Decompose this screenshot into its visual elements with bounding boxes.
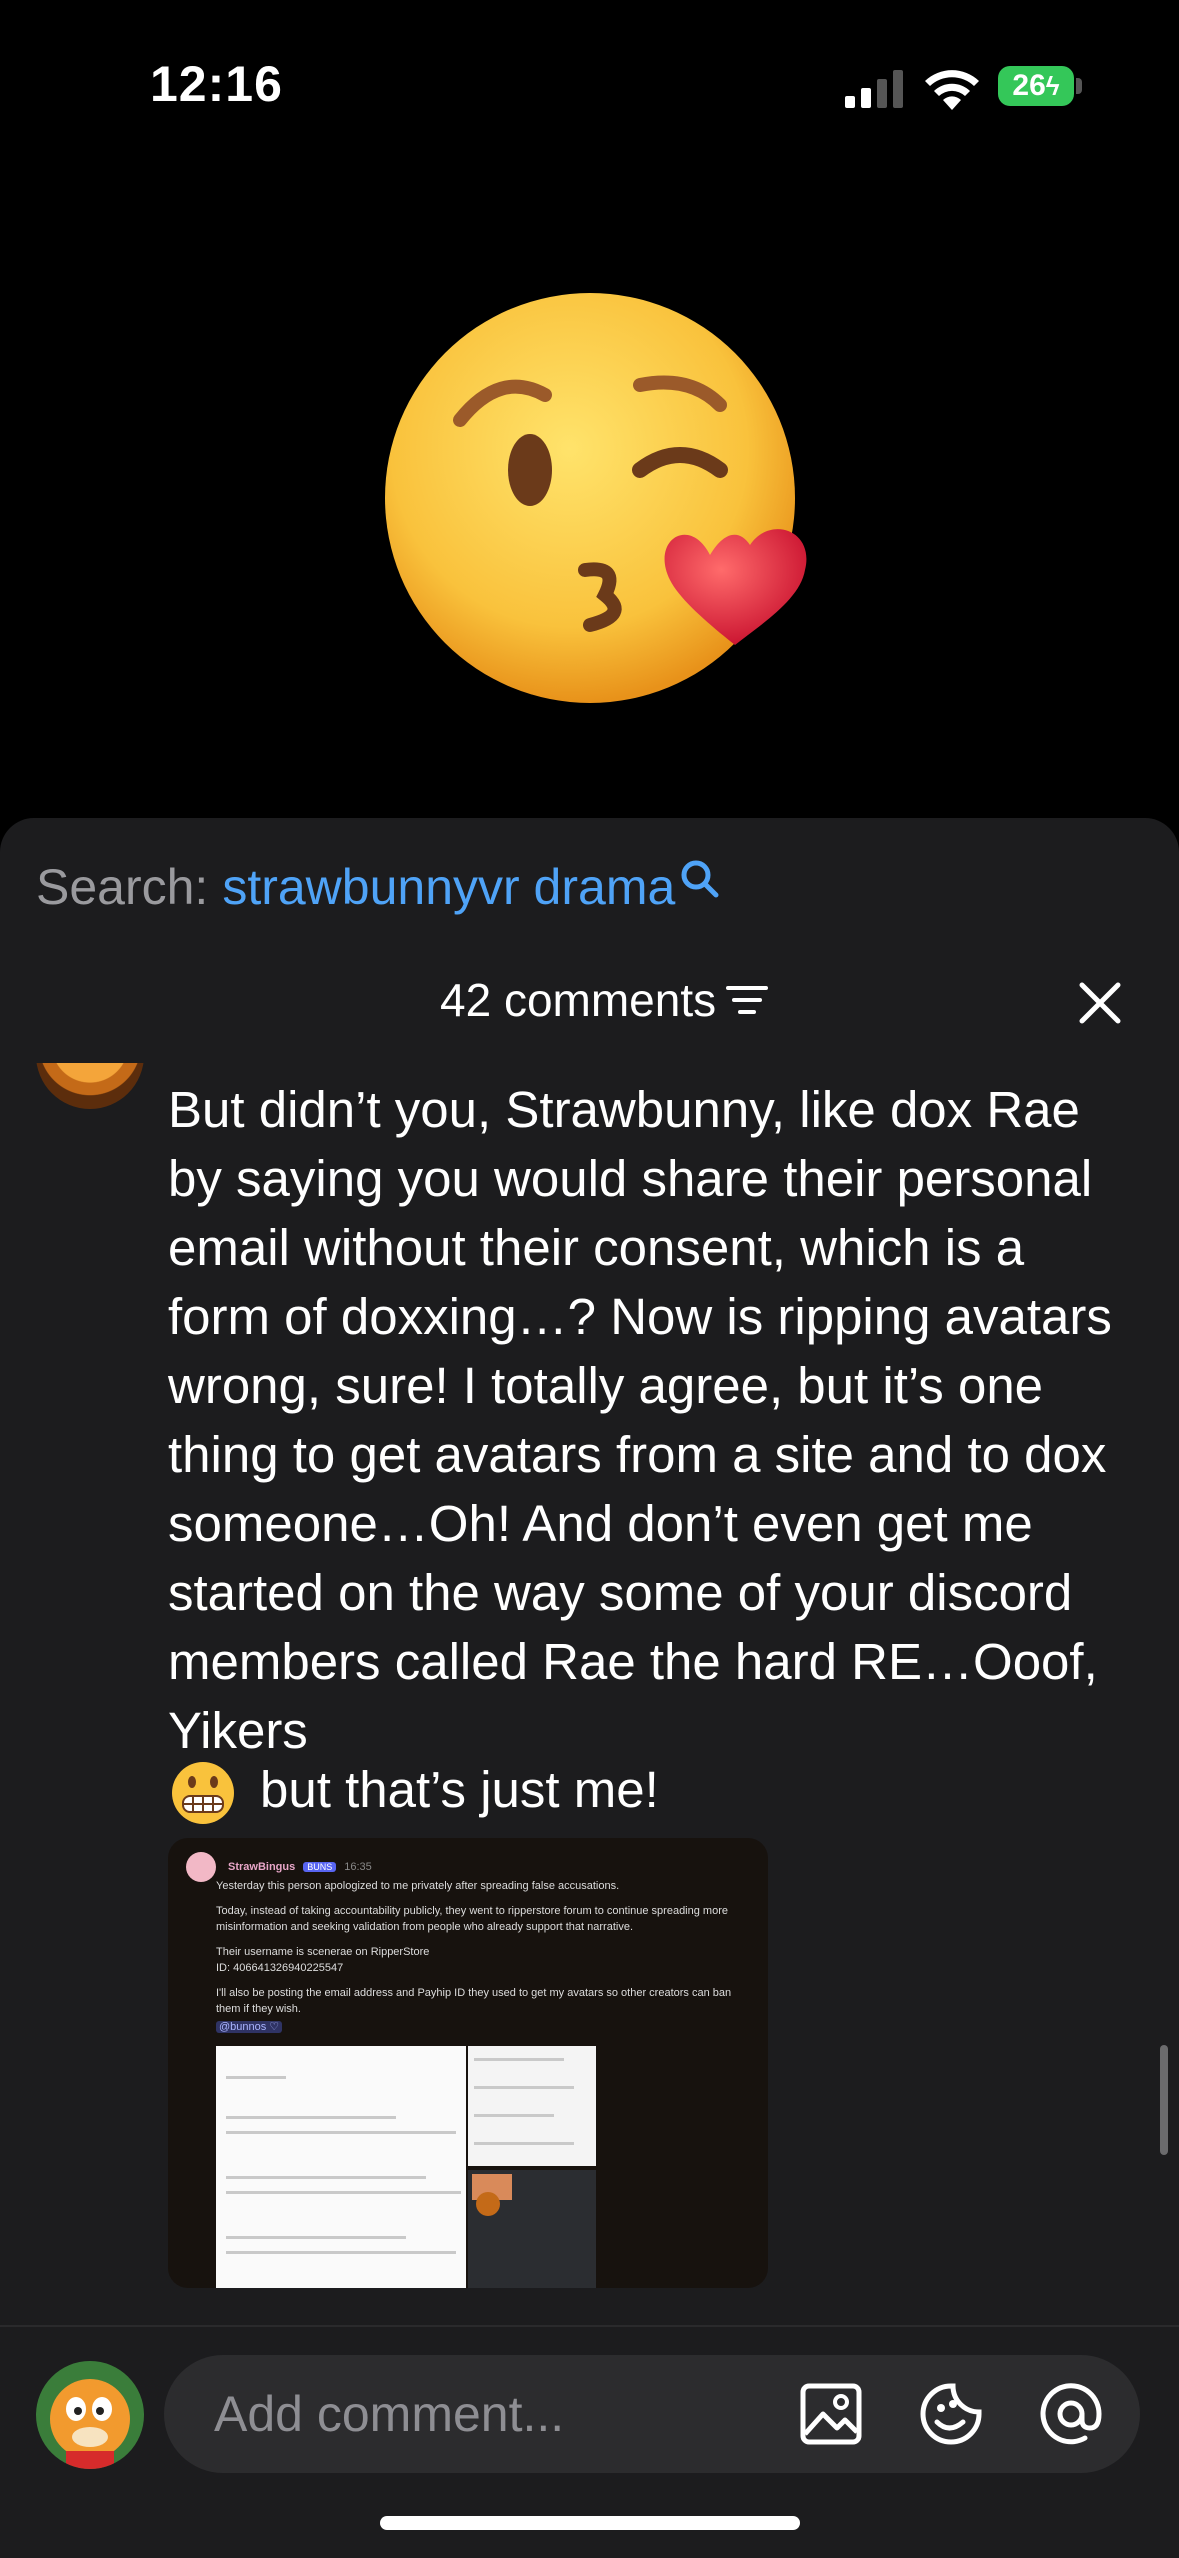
kissing-face-with-heart-emoji (385, 293, 807, 703)
battery-indicator: 26 ϟ (998, 66, 1074, 106)
home-indicator[interactable] (380, 2516, 800, 2530)
attachment-paragraph: Yesterday this person apologized to me p… (216, 1880, 620, 1892)
comment-input[interactable]: Add comment... (164, 2355, 1140, 2473)
attachment-author-avatar (186, 1852, 216, 1882)
search-icon (681, 860, 719, 898)
battery-tip (1076, 78, 1082, 94)
attachment-embedded-screenshot (216, 2046, 466, 2288)
comment-image-attachment[interactable]: StrawBingus BUNS 16:35 Yesterday this pe… (168, 1838, 768, 2288)
attachment-paragraph: I'll also be posting the email address a… (216, 1987, 732, 2015)
comment-text: But didn’t you, Strawbunny, like dox Rae… (168, 1081, 1112, 1759)
sort-filter-icon[interactable] (726, 982, 769, 1018)
search-term-link[interactable]: strawbunnyvr drama (222, 858, 675, 916)
hero-emoji-area (0, 170, 1179, 820)
image-icon[interactable] (799, 2382, 863, 2446)
attachment-paragraph: Their username is scenerae on RipperStor… (216, 1946, 430, 1958)
mention-at-icon[interactable] (1039, 2382, 1103, 2446)
search-suggestion[interactable]: Search: strawbunnyvr drama (36, 858, 719, 916)
attachment-message: Yesterday this person apologized to me p… (216, 1878, 746, 2035)
comments-header: 42 comments (0, 973, 1179, 1043)
attachment-mention: @bunnos ♡ (216, 2021, 283, 2033)
attachment-author-name: StrawBingus (228, 1861, 296, 1873)
battery-percent: 26 (1012, 69, 1046, 102)
search-prefix: Search: (36, 859, 209, 915)
cellular-signal-icon (845, 70, 903, 108)
sticker-emoji-icon[interactable] (919, 2382, 983, 2446)
comments-sheet: Search: strawbunnyvr drama 42 comments B… (0, 818, 1179, 2556)
status-time: 12:16 (150, 56, 283, 112)
grimacing-face-emoji (172, 1762, 234, 1824)
charging-bolt-icon: ϟ (1045, 70, 1060, 101)
attachment-embedded-profile-panel (468, 2170, 596, 2288)
close-icon[interactable] (1076, 979, 1124, 1027)
wifi-icon (925, 70, 979, 110)
attachment-paragraph: ID: 406641326940225547 (216, 1962, 344, 1974)
comment-input-placeholder: Add comment... (214, 2386, 565, 2442)
attachment-badge: BUNS (303, 1862, 337, 1872)
comments-count: 42 comments (440, 974, 717, 1026)
attachment-paragraph: Today, instead of taking accountability … (216, 1905, 728, 1933)
comments-count-sort[interactable]: 42 comments (440, 973, 769, 1027)
comment-tail-text: but that’s just me! (260, 1761, 659, 1818)
status-bar: 12:16 26 ϟ (0, 0, 1179, 170)
attachment-embedded-screenshot-panel (468, 2046, 596, 2166)
commenter-avatar[interactable] (36, 1063, 144, 1109)
attachment-time: 16:35 (344, 1861, 372, 1873)
my-avatar[interactable] (36, 2361, 144, 2469)
scrollbar[interactable] (1160, 2045, 1168, 2155)
